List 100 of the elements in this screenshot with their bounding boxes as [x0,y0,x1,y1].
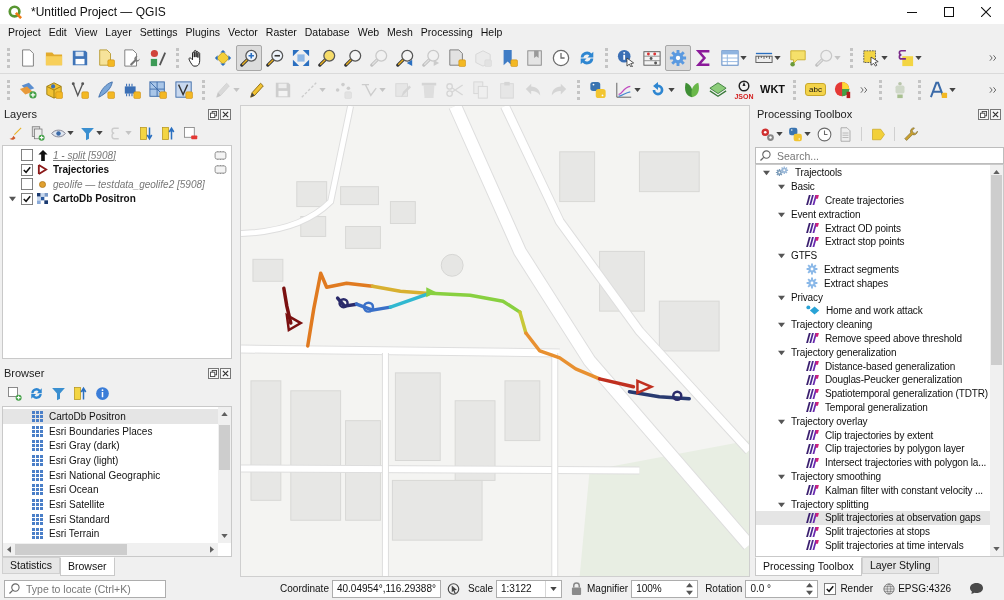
messages-icon[interactable] [969,582,984,595]
scroll-up-icon[interactable] [221,412,228,416]
vertical-scrollbar[interactable] [990,165,1003,556]
crs-button[interactable]: EPSG:4326 [883,581,951,596]
scrollbar-thumb[interactable] [15,544,127,555]
layer-name[interactable]: Trajectories [53,162,110,178]
vertical-scrollbar[interactable] [218,407,231,543]
layer-name[interactable]: 1 - split [5908] [53,147,116,163]
zoom-in-button[interactable] [236,44,262,71]
menu-item[interactable]: Edit [44,24,71,42]
toolbar-handle[interactable] [176,47,179,68]
toolbar-handle[interactable] [850,47,853,68]
toolbar-handle[interactable] [7,79,10,100]
expand-caret-icon[interactable] [777,472,785,480]
panel-tab[interactable]: Browser [60,557,115,576]
tree-group[interactable]: Trajectory smoothing [775,469,884,484]
algorithm-item[interactable]: Temporal generalization [806,400,931,415]
menu-item[interactable]: Help [476,24,507,42]
cursor-toggle-icon[interactable] [446,581,460,596]
rotation-spinbox[interactable]: 0.0 ° [745,579,819,598]
expand-caret-icon[interactable] [777,348,785,356]
expand-caret-icon[interactable] [777,417,785,425]
toolbar-handle[interactable] [917,79,921,100]
tile-layer-item[interactable]: Esri Satellite [32,497,109,512]
collapse-browser-button[interactable] [72,384,88,402]
menu-item[interactable]: Plugins [181,24,225,42]
algorithm-item[interactable]: Extract shapes [806,276,892,291]
expand-caret-icon[interactable] [777,293,785,301]
menu-item[interactable]: Database [300,24,354,42]
algorithm-item[interactable]: Intersect trajectories with polygon la... [806,455,990,470]
expand-caret-icon[interactable] [9,195,16,203]
expand-caret-icon[interactable] [777,321,785,329]
algorithm-item[interactable]: Extract segments [806,262,902,277]
algorithm-item[interactable]: Extract OD points [806,221,904,235]
expand-caret-icon[interactable] [777,183,785,191]
tree-group[interactable]: Privacy [775,290,826,304]
tile-layer-item[interactable]: Esri Gray (light) [32,453,123,468]
spin-arrows-icon[interactable] [806,582,814,595]
add-layers-button[interactable] [6,384,22,402]
menu-item[interactable]: Layer [101,24,136,42]
algorithm-item[interactable]: Extract stop points [806,235,908,249]
memory-layer-icon[interactable] [214,150,227,160]
tile-layer-item[interactable]: CartoDb Positron [3,409,218,424]
scale-combobox[interactable]: 1:3122 [496,579,562,598]
tree-group[interactable]: Trajectory generalization [775,345,900,360]
lock-icon[interactable] [571,582,582,595]
tile-layer-item[interactable]: Esri Terrain [32,526,104,542]
scrollbar-thumb[interactable] [991,175,1002,365]
layer-name[interactable]: CartoDb Positron [53,191,136,207]
tree-group[interactable]: Trajectory cleaning [775,317,876,332]
algorithm-item[interactable]: Split trajectories at observation gaps [756,510,990,525]
menu-item[interactable]: Mesh [383,24,417,42]
toolbar-handle[interactable] [202,79,205,100]
options-button[interactable] [902,125,920,143]
panel-tab[interactable]: Statistics [2,557,60,574]
menu-item[interactable]: Processing [416,24,477,42]
algorithm-item[interactable]: Kalman filter with constant velocity ... [806,483,986,498]
layer-visibility-checkbox[interactable] [21,192,33,205]
algorithm-item[interactable]: Create trajectories [806,193,907,208]
toolbar-handle[interactable] [7,47,10,68]
panel-tab[interactable]: Layer Styling [861,557,939,574]
tile-layer-item[interactable]: Esri Gray (dark) [32,438,124,454]
expand-caret-icon[interactable] [777,500,785,508]
menu-item[interactable]: Project [4,24,45,42]
tree-group[interactable]: Basic [775,179,818,194]
layer-visibility-checkbox[interactable] [21,163,33,176]
coordinate-field[interactable]: 40.04954°,116.29388° [331,579,441,598]
scroll-right-icon[interactable] [210,546,214,553]
toolbar-handle[interactable] [878,79,882,100]
properties-button[interactable] [94,384,110,402]
algorithm-item[interactable]: Split trajectories at stops [806,524,933,539]
algorithm-item[interactable]: Split trajectories at time intervals [806,538,967,553]
algorithm-item[interactable]: Clip trajectories by extent [806,428,937,442]
algorithm-item[interactable]: Spatiotemporal generalization (TDTR) [806,386,990,401]
scroll-down-icon[interactable] [993,547,1000,551]
toolbar-handle[interactable] [605,47,608,68]
panel-tab[interactable]: Processing Toolbox [755,557,862,576]
wkt-button[interactable]: WKT [757,76,789,103]
menu-item[interactable]: View [70,24,102,42]
close-panel-button[interactable] [220,367,231,379]
expand-caret-icon[interactable] [762,169,770,177]
scroll-down-icon[interactable] [221,534,228,538]
render-checkbox[interactable] [824,582,837,595]
toolbar-handle[interactable] [793,79,797,100]
scroll-left-icon[interactable] [7,546,11,553]
magnifier-spinbox[interactable]: 100% [631,579,699,598]
toolbar-handle[interactable] [577,79,580,100]
tile-layer-item[interactable]: Esri Ocean [32,482,103,498]
float-panel-button[interactable] [208,108,219,120]
algorithm-item[interactable]: Clip trajectories by polygon layer [806,441,968,456]
algorithm-item[interactable]: Douglas-Peucker generalization [806,372,966,387]
tree-group[interactable]: GTFS [775,248,821,263]
expand-caret-icon[interactable] [777,252,785,260]
tile-layer-item[interactable]: Esri Standard [32,511,114,527]
scripts-button[interactable] [787,125,812,143]
locator-search-field[interactable]: Type to locate (Ctrl+K) [4,579,166,598]
scrollbar-thumb[interactable] [219,425,230,470]
search-field[interactable]: Search... [755,147,1004,164]
layer-visibility-checkbox[interactable] [21,149,33,162]
history-button[interactable] [815,125,833,143]
